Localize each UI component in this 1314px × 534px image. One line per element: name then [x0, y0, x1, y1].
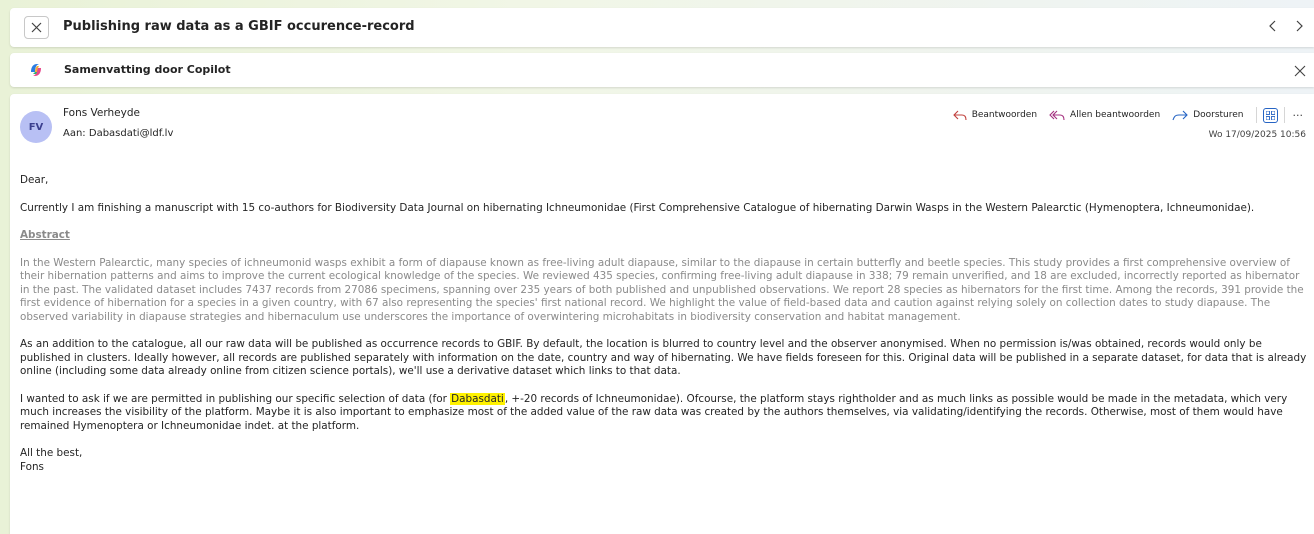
- copilot-close-button[interactable]: [1294, 62, 1306, 81]
- reply-icon: [952, 110, 967, 120]
- reply-button[interactable]: Beantwoorden: [952, 110, 1038, 121]
- search-highlight: Dabasdati: [450, 392, 505, 405]
- message-actions: Beantwoorden Allen beantwoorden Doorstur…: [952, 107, 1304, 123]
- to-label: Aan:: [63, 128, 86, 139]
- close-reading-pane-button[interactable]: [24, 16, 49, 39]
- copilot-summary-bar[interactable]: Samenvatting door Copilot: [10, 53, 1314, 87]
- copilot-summary-label[interactable]: Samenvatting door Copilot: [64, 63, 231, 76]
- toolbar-divider: [1255, 107, 1257, 123]
- signature: Fons: [20, 460, 44, 473]
- recipient-line: Aan: Dabasdati@ldf.lv: [63, 128, 173, 139]
- sender-name[interactable]: Fons Verheyde: [63, 107, 140, 119]
- forward-icon: [1172, 110, 1188, 120]
- subject-bar: Publishing raw data as a GBIF occurence-…: [10, 8, 1314, 47]
- closing: All the best,: [20, 447, 83, 459]
- paragraph-gbif: As an addition to the catalogue, all our…: [20, 338, 1307, 377]
- next-message-button[interactable]: [1294, 18, 1304, 37]
- received-date: Wo 17/09/2025 10:56: [1208, 130, 1306, 140]
- close-icon: [31, 22, 42, 33]
- reply-all-button[interactable]: Allen beantwoorden: [1049, 110, 1160, 121]
- chevron-right-icon: [1296, 20, 1303, 32]
- previous-message-button[interactable]: [1268, 18, 1278, 37]
- recipient-address[interactable]: Dabasdati@ldf.lv: [89, 128, 173, 139]
- paragraph-permission: I wanted to ask if we are permitted in p…: [20, 392, 1310, 434]
- toolbar-divider: [1283, 107, 1285, 123]
- abstract-paragraph: In the Western Palearctic, many species …: [20, 256, 1304, 323]
- apps-button[interactable]: [1262, 107, 1278, 123]
- apps-grid-icon: [1265, 110, 1275, 120]
- permission-text-start: I wanted to ask if we are permitted in p…: [20, 392, 451, 405]
- greeting: Dear,: [20, 174, 49, 186]
- reply-all-icon: [1049, 110, 1065, 120]
- reply-label: Beantwoorden: [971, 110, 1038, 120]
- more-actions-button[interactable]: ···: [1293, 109, 1304, 122]
- email-subject: Publishing raw data as a GBIF occurence-…: [63, 19, 415, 34]
- avatar[interactable]: FV: [20, 111, 52, 143]
- close-icon: [1294, 65, 1306, 77]
- forward-label: Doorsturen: [1193, 110, 1244, 120]
- chevron-left-icon: [1269, 20, 1276, 32]
- reply-all-label: Allen beantwoorden: [1070, 110, 1161, 120]
- copilot-icon: [28, 62, 44, 82]
- message-body: Dear, Currently I am finishing a manuscr…: [20, 174, 1310, 474]
- message-navigation: [1268, 18, 1304, 37]
- message-card: FV Fons Verheyde Aan: Dabasdati@ldf.lv B…: [10, 94, 1314, 534]
- intro-paragraph: Currently I am finishing a manuscript wi…: [20, 201, 1255, 214]
- abstract-heading: Abstract: [20, 229, 70, 241]
- forward-button[interactable]: Doorsturen: [1172, 110, 1244, 121]
